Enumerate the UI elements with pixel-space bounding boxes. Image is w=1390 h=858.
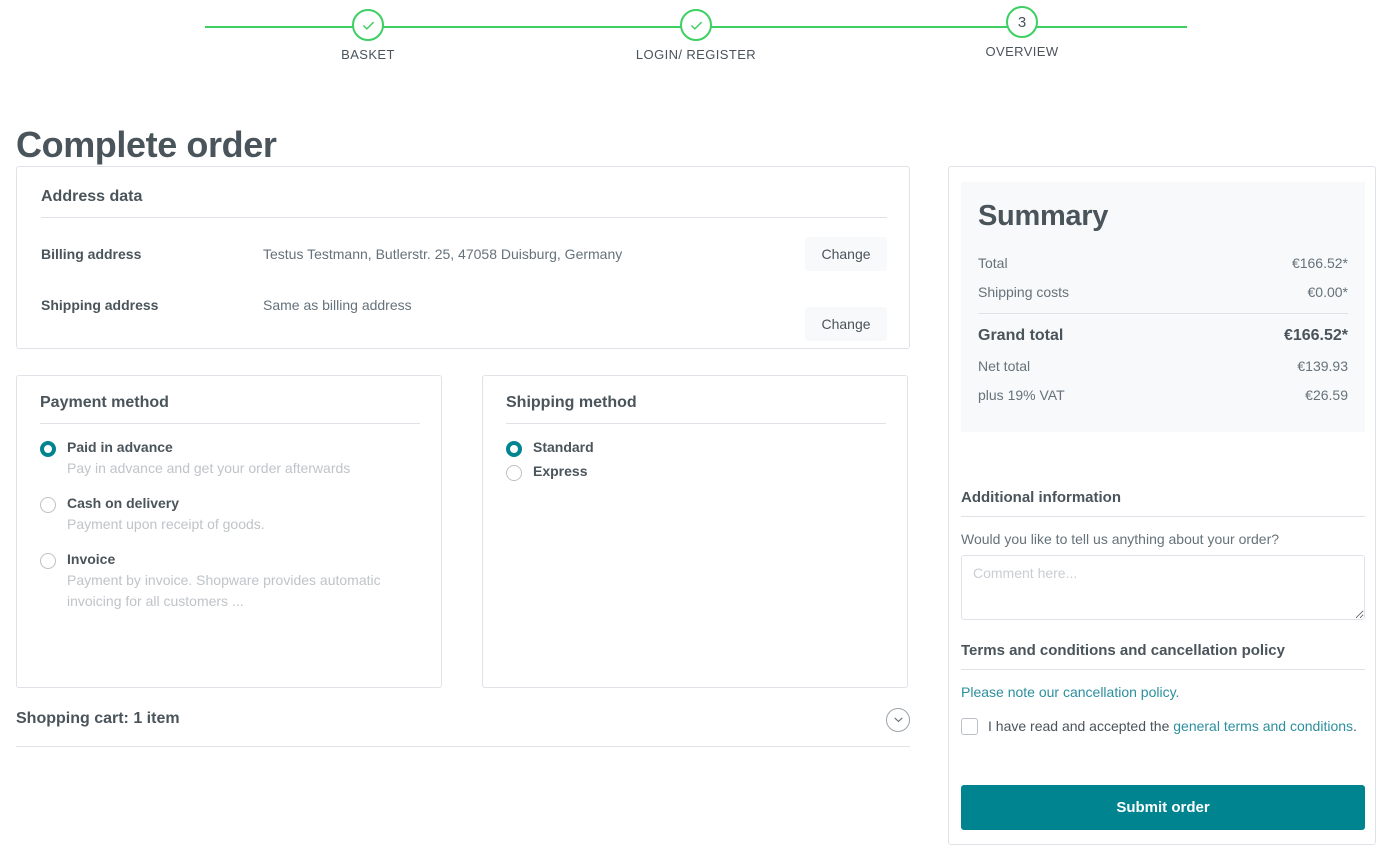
- payment-option-label: Invoice: [67, 551, 116, 567]
- radio-icon[interactable]: [40, 553, 56, 569]
- address-data-card: Address data Billing address Testus Test…: [16, 166, 910, 349]
- checkout-progress-steps: BASKET LOGIN/ REGISTER 3 OVERVIEW: [0, 0, 1390, 75]
- summary-row-net-total: Net total €139.93: [978, 352, 1348, 381]
- divider: [961, 516, 1365, 517]
- radio-icon[interactable]: [40, 441, 56, 457]
- summary-row-grand-total: Grand total €166.52*: [978, 319, 1348, 352]
- radio-icon[interactable]: [506, 465, 522, 481]
- step-login-register[interactable]: LOGIN/ REGISTER: [616, 9, 776, 62]
- page-title: Complete order: [16, 124, 277, 166]
- radio-icon[interactable]: [40, 497, 56, 513]
- summary-row-value: €26.59: [1305, 387, 1348, 403]
- accept-terms-row: I have read and accepted the general ter…: [961, 716, 1365, 737]
- order-summary-panel: Summary Total €166.52* Shipping costs €0…: [948, 166, 1376, 845]
- payment-option-label: Paid in advance: [67, 439, 173, 455]
- step-basket[interactable]: BASKET: [288, 9, 448, 62]
- divider: [40, 423, 420, 424]
- summary-row-label: Net total: [978, 358, 1031, 374]
- payment-option-description: Pay in advance and get your order afterw…: [67, 460, 351, 476]
- payment-option-paid-in-advance[interactable]: Paid in advance Pay in advance and get y…: [40, 437, 420, 479]
- additional-information-title: Additional information: [961, 489, 1121, 506]
- shipping-option-label: Standard: [533, 439, 594, 455]
- step-login-register-label: LOGIN/ REGISTER: [635, 47, 757, 62]
- shopping-cart-toggle-button[interactable]: [886, 708, 910, 732]
- accept-terms-suffix: .: [1353, 718, 1357, 734]
- payment-option-description: Payment by invoice. Shopware provides au…: [67, 572, 381, 609]
- payment-method-title: Payment method: [40, 394, 169, 411]
- shipping-method-card: Shipping method Standard Express: [482, 375, 908, 688]
- step-overview-circle: 3: [1006, 6, 1038, 38]
- additional-information-section: Additional information Would you like to…: [961, 489, 1365, 625]
- summary-row-value: €0.00*: [1307, 284, 1348, 300]
- shipping-option-label: Express: [533, 463, 588, 479]
- summary-row-label: Total: [978, 255, 1008, 271]
- terms-and-conditions-section: Terms and conditions and cancellation po…: [961, 642, 1365, 737]
- shipping-option-standard[interactable]: Standard: [506, 437, 886, 457]
- summary-row-vat: plus 19% VAT €26.59: [978, 381, 1348, 410]
- divider: [41, 217, 887, 218]
- summary-row-shipping-costs: Shipping costs €0.00*: [978, 278, 1348, 307]
- divider: [961, 669, 1365, 670]
- billing-address-label: Billing address: [41, 246, 142, 262]
- shipping-address-value: Same as billing address: [263, 297, 412, 313]
- summary-row-value: €166.52*: [1291, 255, 1348, 271]
- summary-row-value: €166.52*: [1283, 327, 1348, 344]
- change-billing-address-button[interactable]: Change: [805, 237, 887, 271]
- payment-method-options: Paid in advance Pay in advance and get y…: [40, 437, 420, 612]
- summary-row-label: plus 19% VAT: [978, 387, 1065, 403]
- divider: [16, 746, 910, 747]
- shipping-option-express[interactable]: Express: [506, 461, 886, 481]
- shipping-method-options: Standard Express: [506, 437, 886, 481]
- check-icon: [361, 18, 376, 33]
- check-icon: [689, 18, 704, 33]
- summary-row-label: Shipping costs: [978, 284, 1070, 300]
- billing-address-row: Billing address Testus Testmann, Butlers…: [41, 237, 887, 271]
- cancellation-policy-link[interactable]: Please note our cancellation policy.: [961, 684, 1365, 700]
- accept-terms-label: I have read and accepted the general ter…: [988, 716, 1357, 737]
- radio-icon[interactable]: [506, 441, 522, 457]
- summary-row-value: €139.93: [1297, 358, 1348, 374]
- divider: [978, 313, 1348, 314]
- payment-option-description: Payment upon receipt of goods.: [67, 516, 265, 532]
- step-login-register-circle: [680, 9, 712, 41]
- submit-order-button[interactable]: Submit order: [961, 785, 1365, 830]
- step-overview-label: OVERVIEW: [985, 44, 1059, 59]
- shipping-method-title: Shipping method: [506, 394, 637, 411]
- step-basket-label: BASKET: [341, 47, 395, 62]
- step-overview-number: 3: [1017, 13, 1027, 31]
- summary-row-label: Grand total: [978, 327, 1064, 344]
- terms-and-conditions-title: Terms and conditions and cancellation po…: [961, 642, 1285, 659]
- payment-option-invoice[interactable]: Invoice Payment by invoice. Shopware pro…: [40, 549, 420, 612]
- payment-method-card: Payment method Paid in advance Pay in ad…: [16, 375, 442, 688]
- accept-terms-prefix: I have read and accepted the: [988, 718, 1174, 734]
- summary-row-total: Total €166.52*: [978, 249, 1348, 278]
- comment-textarea[interactable]: [961, 555, 1365, 620]
- shipping-address-label: Shipping address: [41, 297, 159, 313]
- summary-box: Summary Total €166.52* Shipping costs €0…: [961, 182, 1365, 432]
- summary-title: Summary: [978, 200, 1109, 232]
- divider: [506, 423, 886, 424]
- payment-option-label: Cash on delivery: [67, 495, 180, 511]
- general-terms-link[interactable]: general terms and conditions: [1173, 718, 1353, 734]
- billing-address-value: Testus Testmann, Butlerstr. 25, 47058 Du…: [263, 246, 623, 262]
- shopping-cart-title: Shopping cart: 1 item: [16, 710, 180, 727]
- shipping-address-row: Shipping address Same as billing address…: [41, 288, 887, 341]
- payment-option-cash-on-delivery[interactable]: Cash on delivery Payment upon receipt of…: [40, 493, 420, 535]
- chevron-down-icon: [893, 713, 904, 728]
- comment-question-label: Would you like to tell us anything about…: [961, 531, 1280, 547]
- change-shipping-address-button[interactable]: Change: [805, 307, 887, 341]
- step-overview[interactable]: 3 OVERVIEW: [942, 6, 1102, 59]
- step-basket-circle: [352, 9, 384, 41]
- address-data-title: Address data: [41, 188, 143, 205]
- accept-terms-checkbox[interactable]: [961, 718, 978, 735]
